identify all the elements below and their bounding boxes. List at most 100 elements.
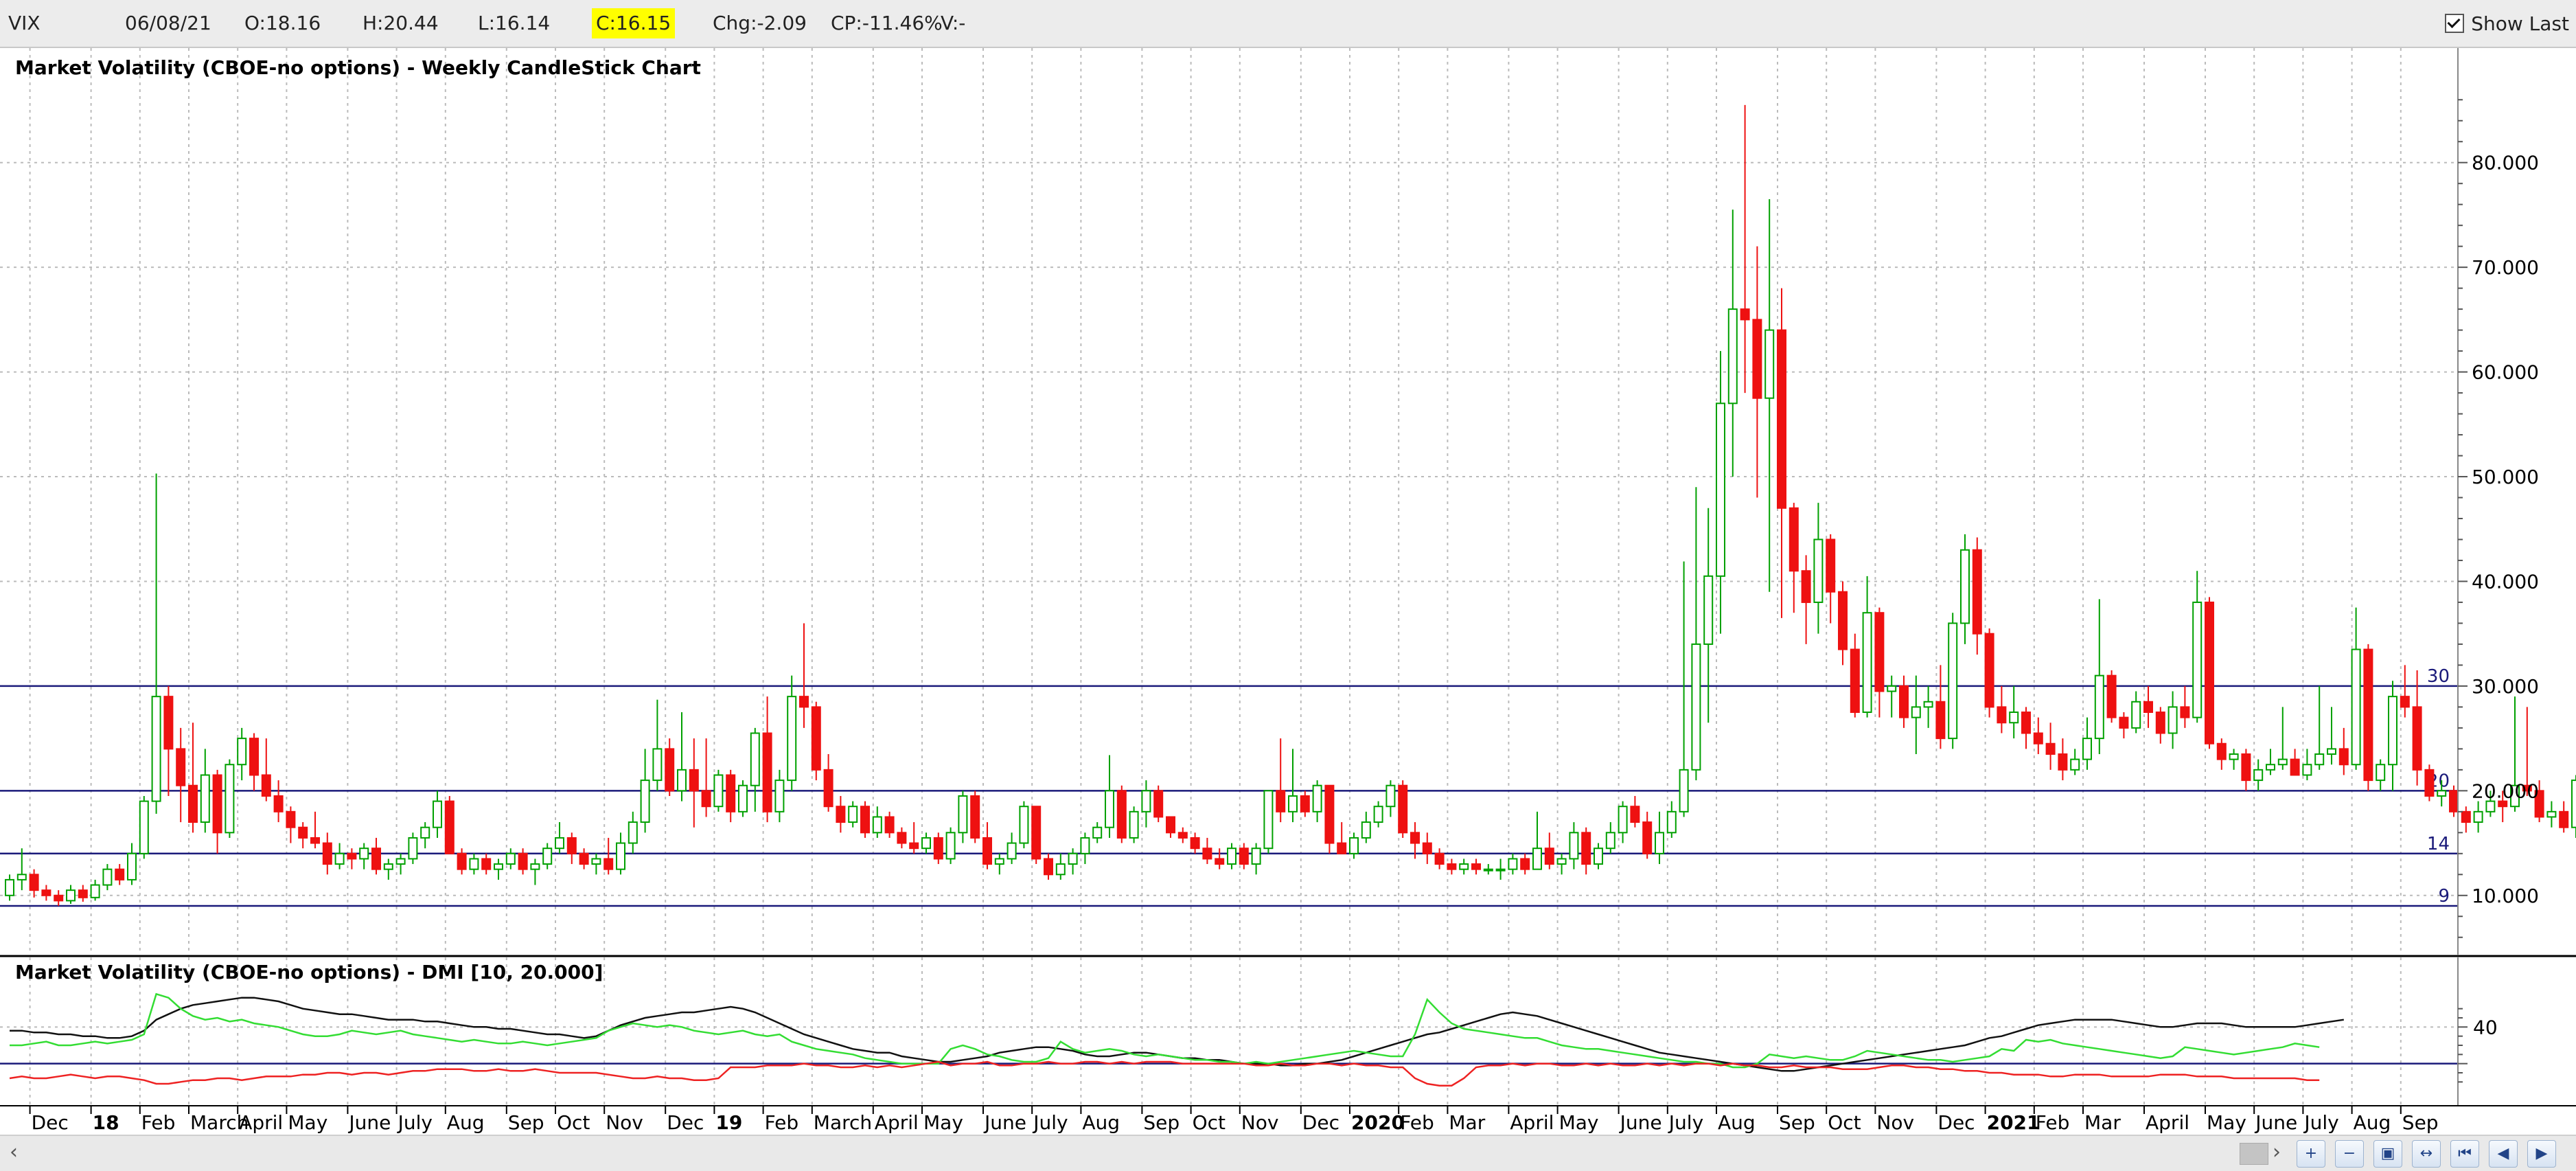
candle-body	[652, 748, 663, 782]
candle-body	[677, 769, 687, 792]
quote-toolbar: VIX 06/08/21 O:18.16 H:20.44 L:16.14 C:1…	[0, 0, 2576, 48]
candle-body	[1483, 868, 1493, 872]
candle-body	[1337, 842, 1347, 854]
horizontal-scrollbar[interactable]: ‹ › + − ▣ ↔ ⏮ ◀ ▶	[0, 1135, 2576, 1171]
candle-body	[1373, 806, 1383, 823]
candle-body	[1459, 863, 1469, 870]
candle	[945, 827, 956, 865]
candle-body	[1984, 633, 1994, 708]
x-tick-label: Sep	[1143, 1111, 1180, 1134]
candle-body	[1422, 842, 1432, 854]
zoom-out-icon[interactable]: −	[2335, 1140, 2364, 1168]
prev-icon[interactable]: ◀	[2489, 1140, 2518, 1168]
candle-body	[1594, 848, 1603, 865]
candle-body	[494, 863, 503, 870]
x-tick-label: Oct	[1193, 1111, 1226, 1134]
candle-body	[1716, 402, 1725, 577]
candle-body	[1813, 538, 1824, 603]
candle-body	[371, 848, 381, 870]
candle-body	[2461, 810, 2471, 823]
candle-body	[1923, 701, 1933, 708]
candle-body	[2376, 764, 2386, 782]
candle-body	[66, 889, 76, 902]
candle-body	[1532, 848, 1542, 870]
candle-body	[1569, 832, 1579, 860]
scroll-right-arrow-icon[interactable]: ›	[2273, 1140, 2281, 1164]
candle-body	[1251, 848, 1261, 865]
scroll-thumb[interactable]	[2240, 1143, 2268, 1165]
candle-body	[750, 732, 760, 786]
candle	[860, 801, 870, 838]
candle-body	[1190, 837, 1200, 850]
dmi-series	[9, 992, 2344, 1087]
first-icon[interactable]: ⏮	[2450, 1140, 2479, 1168]
candle-body	[2559, 810, 2569, 828]
candle-body	[2205, 601, 2214, 744]
candle-body	[1385, 784, 1396, 808]
candle-body	[2033, 732, 2043, 744]
x-tick-label: Dec	[32, 1111, 69, 1134]
candle-body	[2277, 758, 2288, 766]
candle-body	[799, 696, 809, 708]
x-tick-label: Sep	[2402, 1111, 2439, 1134]
price-tick-label: 10.000	[2472, 885, 2539, 907]
next-icon[interactable]: ▶	[2527, 1140, 2556, 1168]
candle	[1398, 780, 1408, 838]
candle-body	[1826, 538, 1836, 593]
x-tick-label: Mar	[2084, 1111, 2121, 1134]
candle-body	[787, 696, 797, 782]
pan-icon[interactable]: ↔	[2412, 1140, 2441, 1168]
candle-body	[970, 795, 980, 839]
candle-body	[1850, 648, 1860, 714]
x-tick-label: July	[397, 1111, 433, 1134]
candle-body	[1361, 821, 1371, 839]
candle-body	[41, 889, 51, 896]
change-label: Chg:-2.09	[713, 12, 807, 34]
candle-body	[811, 706, 821, 771]
scroll-left-arrow-icon[interactable]: ‹	[10, 1140, 18, 1164]
dmi-tick-label: 40	[2473, 1016, 2498, 1038]
candle-body	[408, 837, 418, 860]
candle-body	[2045, 742, 2056, 755]
candle-body	[481, 858, 492, 870]
x-tick-label: June	[347, 1111, 391, 1134]
candle	[1324, 784, 1335, 854]
change-percent-label: CP:-11.46%	[831, 12, 943, 34]
x-tick-label: 2021	[1987, 1111, 2040, 1134]
candle-body	[1471, 863, 1481, 870]
candle-body	[713, 774, 724, 808]
candle-body	[689, 769, 699, 792]
price-tick-label: 20.000	[2472, 780, 2539, 802]
candle-body	[1911, 706, 1921, 718]
candle	[811, 701, 821, 781]
candle-body	[1655, 832, 1664, 854]
chart-area[interactable]: 3020149 10.00020.00030.00040.00050.00060…	[0, 48, 2576, 1135]
candle-body	[884, 816, 895, 834]
x-tick-label: Feb	[1400, 1111, 1434, 1134]
fit-icon[interactable]: ▣	[2373, 1140, 2402, 1168]
candle-body	[249, 738, 259, 776]
candle-body	[2449, 790, 2459, 812]
zoom-in-icon[interactable]: +	[2297, 1140, 2325, 1168]
dmi-series-line	[9, 1060, 2320, 1087]
candle-body	[1202, 848, 1212, 860]
level-line-label: 30	[2427, 666, 2450, 687]
candle-body	[1324, 784, 1335, 844]
show-last-checkbox[interactable]	[2445, 14, 2465, 33]
candle-body	[176, 748, 186, 786]
candle-body	[909, 842, 919, 850]
candle-body	[29, 874, 39, 891]
candle-body	[298, 826, 308, 839]
candle-body	[163, 696, 174, 750]
candle-body	[591, 858, 601, 865]
candle-body	[2437, 790, 2447, 797]
level-line-label: 14	[2427, 834, 2450, 854]
candle	[1129, 806, 1139, 843]
x-tick-label: April	[1510, 1111, 1554, 1134]
show-last-toggle[interactable]: Show Last	[2445, 8, 2569, 38]
candle	[1948, 613, 1958, 749]
x-tick-label: Oct	[1828, 1111, 1861, 1134]
candle-body	[921, 837, 931, 850]
candle-body	[90, 884, 100, 898]
candle-body	[1434, 852, 1445, 865]
